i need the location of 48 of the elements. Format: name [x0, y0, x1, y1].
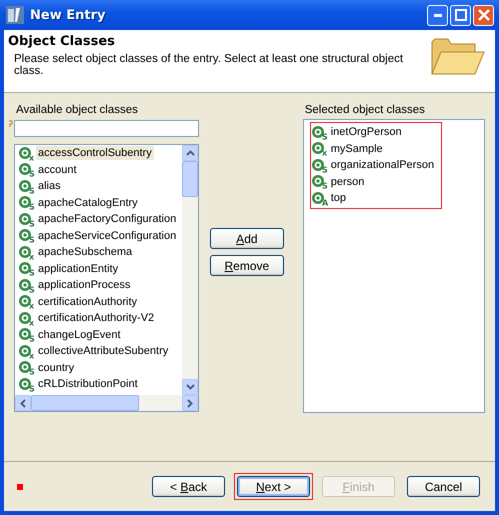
selected-label: Selected object classes — [304, 104, 426, 118]
object-class-item[interactable]: S alias — [18, 178, 182, 194]
scroll-right-icon — [187, 398, 193, 408]
object-class-item[interactable]: S apacheCatalogEntry — [18, 194, 182, 211]
filter-field[interactable] — [14, 120, 199, 137]
object-class-item[interactable]: S inetOrgPerson — [310, 124, 441, 140]
window-title: New Entry — [30, 8, 106, 22]
scroll-left-icon — [20, 398, 26, 408]
back-button[interactable]: < Back — [152, 476, 225, 497]
minimize-icon — [434, 14, 442, 16]
object-class-item[interactable]: S apacheServiceConfiguration — [18, 228, 182, 244]
available-label: Available object classes — [16, 104, 139, 118]
remove-button[interactable]: Remove — [210, 255, 284, 276]
maximize-button[interactable] — [450, 4, 471, 26]
next-button[interactable]: Next > — [237, 476, 310, 497]
object-class-item[interactable]: S person — [310, 174, 441, 190]
content-assist-icon — [9, 120, 13, 128]
object-class-item[interactable]: x collectiveAttributeSubentry — [18, 343, 182, 360]
minimize-button[interactable] — [427, 4, 448, 26]
object-class-item[interactable]: S applicationProcess — [18, 277, 182, 294]
object-class-item[interactable]: S account — [18, 162, 182, 178]
scroll-thumb[interactable] — [31, 395, 139, 411]
object-class-item[interactable]: x apacheSubschema — [18, 244, 182, 260]
object-class-item[interactable]: S changeLogEvent — [18, 326, 182, 343]
object-class-item[interactable]: x certificationAuthority-V2 — [18, 310, 182, 326]
scroll-up-icon — [186, 150, 194, 156]
horizontal-scrollbar[interactable] — [15, 395, 198, 411]
object-class-item[interactable]: S country — [18, 360, 182, 376]
object-class-item[interactable]: x certificationAuthority — [18, 294, 182, 310]
object-class-item[interactable]: A top — [310, 190, 441, 206]
cancel-button[interactable]: Cancel — [407, 476, 480, 497]
object-class-item[interactable]: S applicationEntity — [18, 260, 182, 277]
error-marker-icon — [17, 484, 23, 490]
close-icon — [478, 9, 490, 21]
scroll-thumb[interactable] — [182, 161, 198, 197]
vertical-scrollbar[interactable] — [182, 145, 198, 395]
page-title: Object Classes — [8, 34, 116, 49]
maximize-icon — [454, 9, 466, 21]
object-class-item[interactable]: S organizationalPerson — [310, 157, 441, 174]
page-description: Please select object classes of the entry. Select at least one structural object class. — [14, 53, 404, 77]
folder-icon — [431, 38, 485, 76]
close-button[interactable] — [473, 4, 494, 26]
object-class-item[interactable]: S cRLDistributionPoint — [18, 376, 182, 392]
app-icon — [6, 6, 24, 24]
scroll-down-icon — [186, 384, 194, 390]
add-button[interactable]: Add — [210, 228, 284, 249]
object-class-item[interactable]: x mySample — [310, 140, 441, 157]
object-class-item[interactable]: S apacheFactoryConfiguration — [18, 211, 182, 228]
